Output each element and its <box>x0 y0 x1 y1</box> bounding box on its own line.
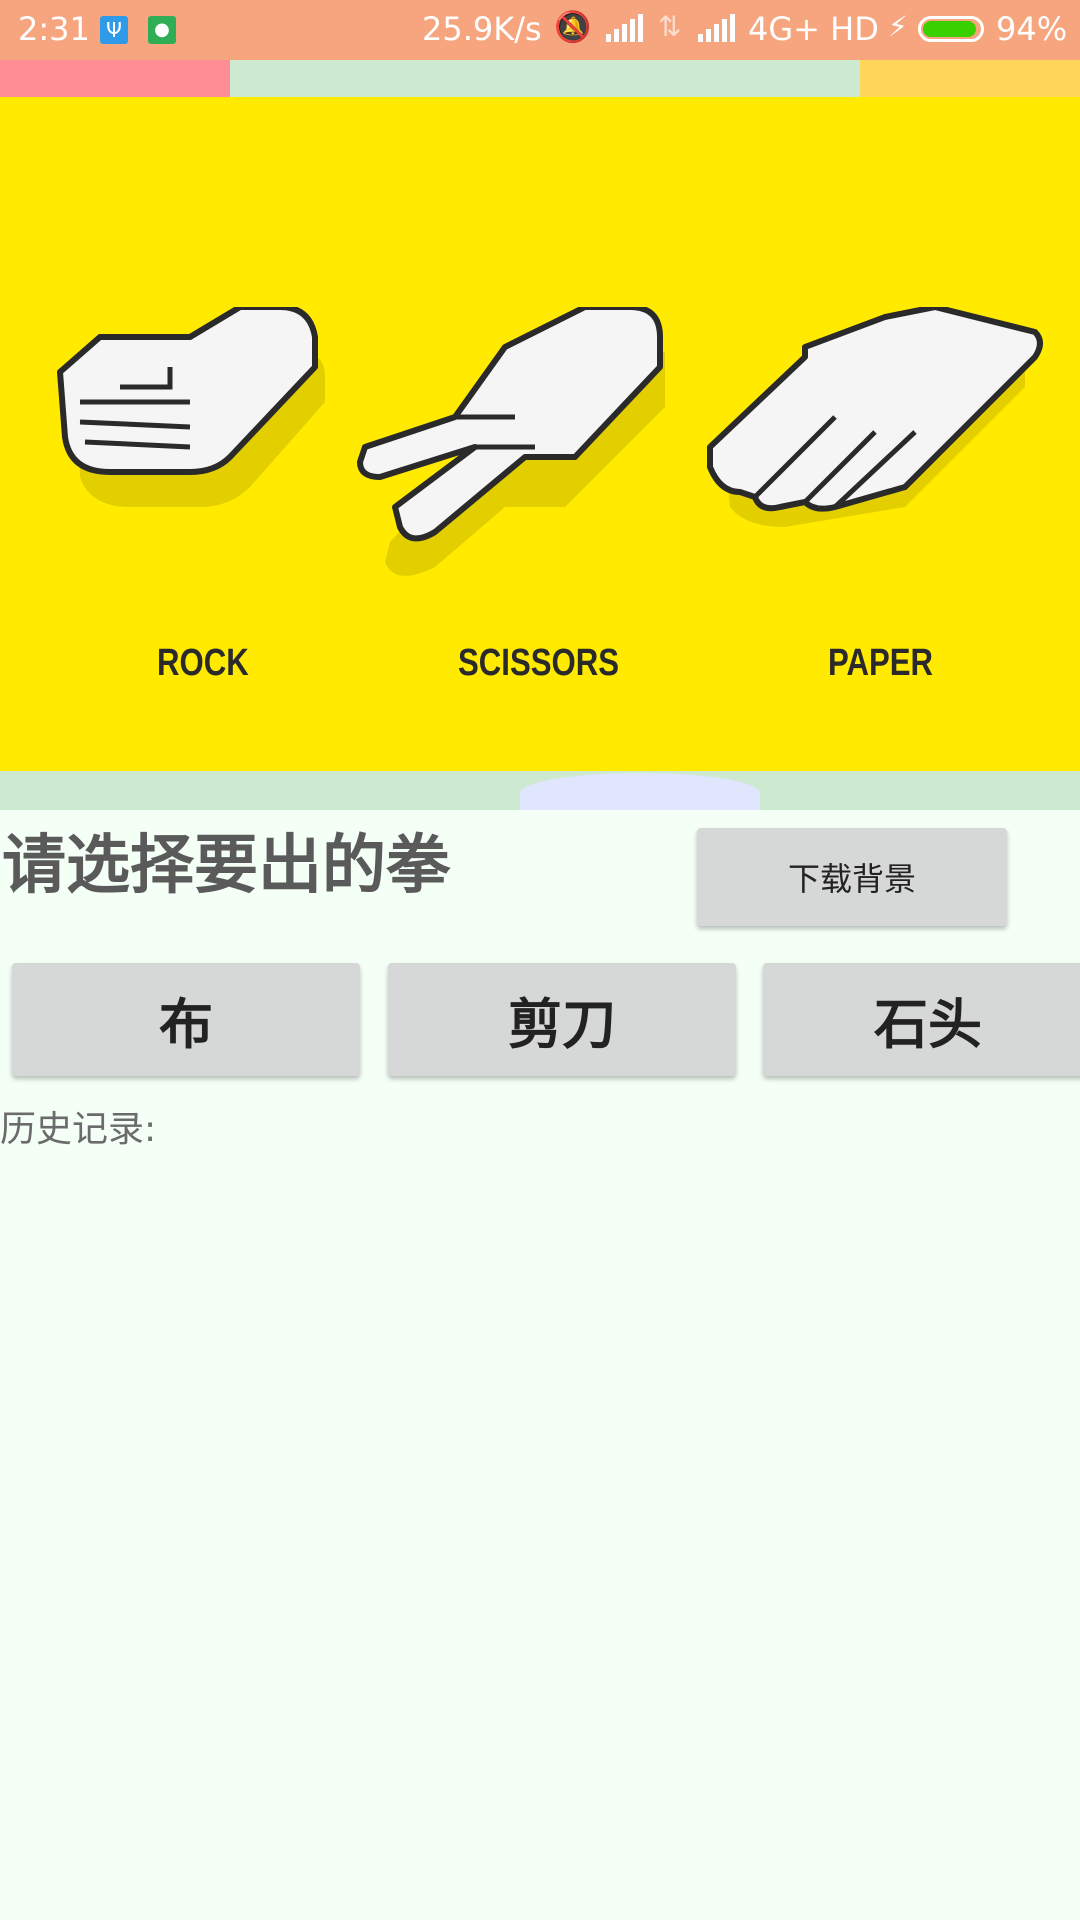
network-speed: 25.9K/s <box>422 10 542 48</box>
history-label: 历史记录: <box>0 1109 157 1150</box>
status-bar: 2:31 Ψ ● 25.9K/s 🔕 ⇅ 4G+ HD ⚡ 94% <box>0 0 1080 60</box>
background-decoration <box>0 60 230 98</box>
paper-button[interactable]: 布 <box>12 963 360 1076</box>
signal-icon <box>606 14 643 42</box>
scissors-button[interactable]: 剪刀 <box>388 963 736 1076</box>
scissors-hand-icon <box>357 307 665 576</box>
signal-icon <box>698 14 735 42</box>
download-background-button[interactable]: 下载背景 <box>697 828 1007 926</box>
usb-icon: Ψ <box>100 16 128 44</box>
rock-hand-icon <box>57 307 325 507</box>
status-time: 2:31 <box>18 10 90 48</box>
choose-prompt: 请选择要出的拳 <box>2 829 450 903</box>
battery-icon <box>918 16 984 42</box>
android-icon: ● <box>148 16 176 44</box>
battery-percent: 94% <box>996 10 1068 48</box>
paper-hand-icon <box>707 307 1043 527</box>
background-decoration <box>860 60 1080 98</box>
charging-icon: ⚡ <box>888 10 908 43</box>
battery-fill <box>923 21 976 37</box>
scissors-label: SCISSORS <box>458 642 620 684</box>
rock-paper-scissors-banner: ROCK SCISSORS PAPER <box>0 97 1080 771</box>
paper-label: PAPER <box>828 642 934 684</box>
data-icon: ⇅ <box>658 10 682 43</box>
background-decoration <box>520 773 760 810</box>
mute-bell-icon: 🔕 <box>554 10 592 45</box>
rock-button[interactable]: 石头 <box>763 963 1080 1076</box>
network-type: 4G+ HD <box>748 10 879 48</box>
rock-label: ROCK <box>157 642 249 684</box>
